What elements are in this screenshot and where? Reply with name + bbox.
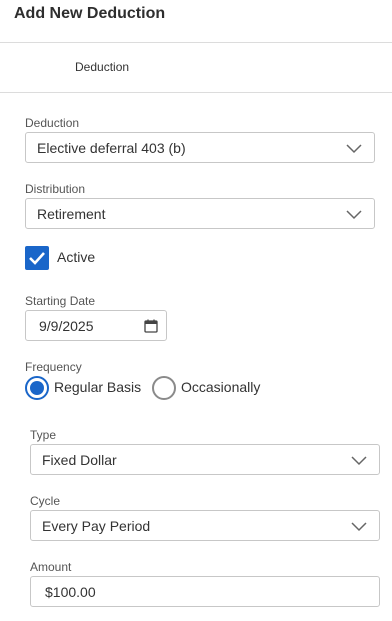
- deduction-label: Deduction: [25, 116, 80, 130]
- chevron-down-icon: [346, 210, 362, 220]
- type-select[interactable]: Fixed Dollar: [30, 444, 380, 475]
- tab-bar: Deduction: [0, 43, 392, 93]
- tab-deduction[interactable]: Deduction: [75, 60, 129, 74]
- amount-value: $100.00: [45, 584, 96, 600]
- amount-label: Amount: [30, 560, 72, 574]
- active-checkbox-label[interactable]: Active: [57, 249, 95, 265]
- dialog-header: Add New Deduction: [0, 0, 392, 43]
- radio-regular-basis[interactable]: [25, 376, 49, 400]
- type-label: Type: [30, 428, 57, 442]
- cycle-label: Cycle: [30, 494, 61, 508]
- starting-date-value: 9/9/2025: [39, 318, 94, 334]
- radio-regular-basis-label[interactable]: Regular Basis: [54, 379, 141, 395]
- amount-input[interactable]: $100.00: [30, 576, 380, 607]
- distribution-select-value: Retirement: [37, 206, 106, 222]
- chevron-down-icon: [351, 522, 367, 532]
- starting-date-label: Starting Date: [25, 294, 96, 308]
- chevron-down-icon: [346, 144, 362, 154]
- distribution-select[interactable]: Retirement: [25, 198, 375, 229]
- deduction-select[interactable]: Elective deferral 403 (b): [25, 132, 375, 163]
- calendar-icon[interactable]: [144, 319, 158, 333]
- checkmark-icon: [29, 252, 45, 265]
- frequency-label: Frequency: [25, 360, 82, 374]
- starting-date-input[interactable]: 9/9/2025: [25, 310, 167, 341]
- active-checkbox[interactable]: [25, 246, 49, 270]
- cycle-select-value: Every Pay Period: [42, 518, 151, 534]
- radio-occasionally[interactable]: [152, 376, 176, 400]
- page-title: Add New Deduction: [14, 5, 166, 22]
- radio-occasionally-label[interactable]: Occasionally: [181, 379, 260, 395]
- distribution-label: Distribution: [25, 182, 86, 196]
- deduction-select-value: Elective deferral 403 (b): [37, 140, 186, 156]
- cycle-select[interactable]: Every Pay Period: [30, 510, 380, 541]
- chevron-down-icon: [351, 456, 367, 466]
- type-select-value: Fixed Dollar: [42, 452, 117, 468]
- radio-selected-dot: [30, 381, 44, 395]
